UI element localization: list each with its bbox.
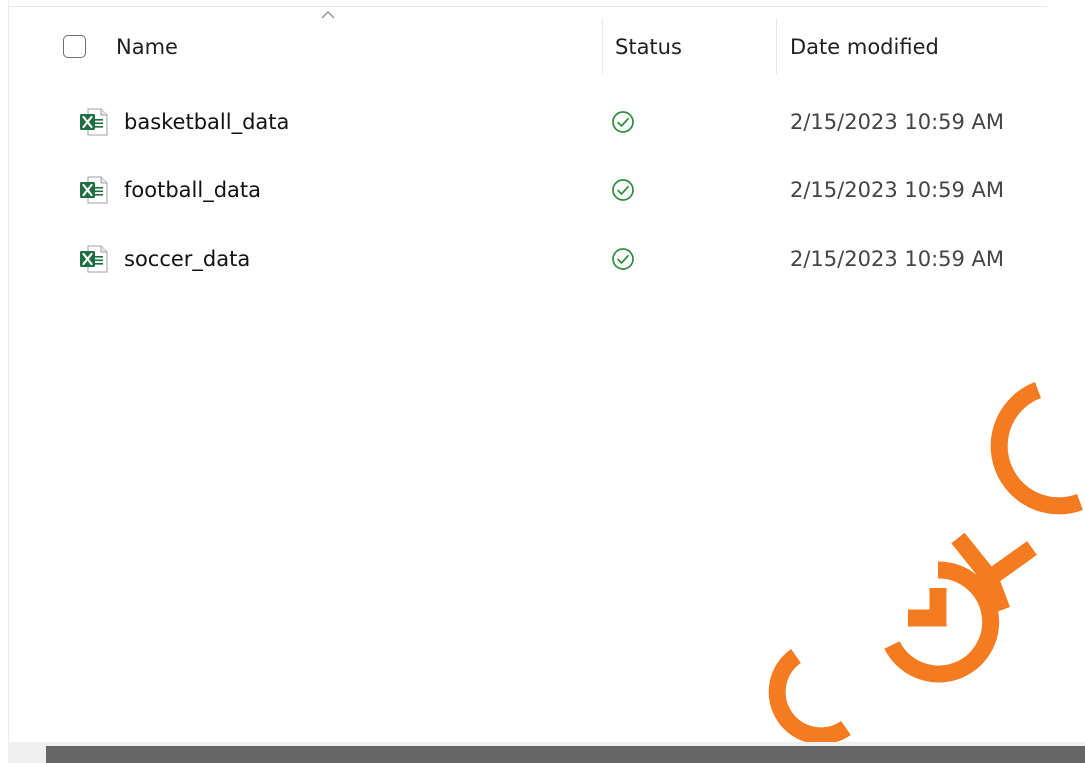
check-circle-icon	[612, 248, 634, 270]
excel-file-icon	[80, 245, 108, 273]
file-name[interactable]: football_data	[124, 172, 261, 208]
taskbar	[46, 746, 1085, 763]
column-header-date-modified[interactable]: Date modified	[790, 30, 1040, 64]
date-modified: 2/15/2023 10:59 AM	[790, 110, 1005, 134]
date-modified: 2/15/2023 10:59 AM	[790, 247, 1005, 271]
excel-file-icon	[80, 108, 108, 136]
column-resize-handle-name[interactable]	[602, 18, 603, 74]
column-header-name[interactable]: Name	[116, 30, 596, 64]
check-circle-icon	[612, 179, 634, 201]
navigation-pane-edge	[0, 0, 9, 763]
column-header-status[interactable]: Status	[615, 30, 765, 64]
select-all-checkbox[interactable]	[63, 35, 86, 58]
chevron-up-icon[interactable]	[320, 10, 336, 20]
file-row[interactable]: football_data 2/15/2023 10:59 AM	[62, 162, 1062, 218]
file-explorer-pane: Name Status Date modified basketball_dat…	[0, 0, 1085, 763]
column-resize-handle-status[interactable]	[776, 18, 777, 74]
file-row[interactable]: basketball_data 2/15/2023 10:59 AM	[62, 94, 1062, 150]
check-circle-icon	[612, 111, 634, 133]
watermark	[768, 382, 1083, 745]
excel-file-icon	[80, 176, 108, 204]
date-modified: 2/15/2023 10:59 AM	[790, 178, 1005, 202]
file-name[interactable]: basketball_data	[124, 104, 289, 140]
file-name[interactable]: soccer_data	[124, 241, 250, 277]
file-row[interactable]: soccer_data 2/15/2023 10:59 AM	[62, 231, 1062, 287]
column-header-row: Name Status Date modified	[0, 0, 1085, 76]
